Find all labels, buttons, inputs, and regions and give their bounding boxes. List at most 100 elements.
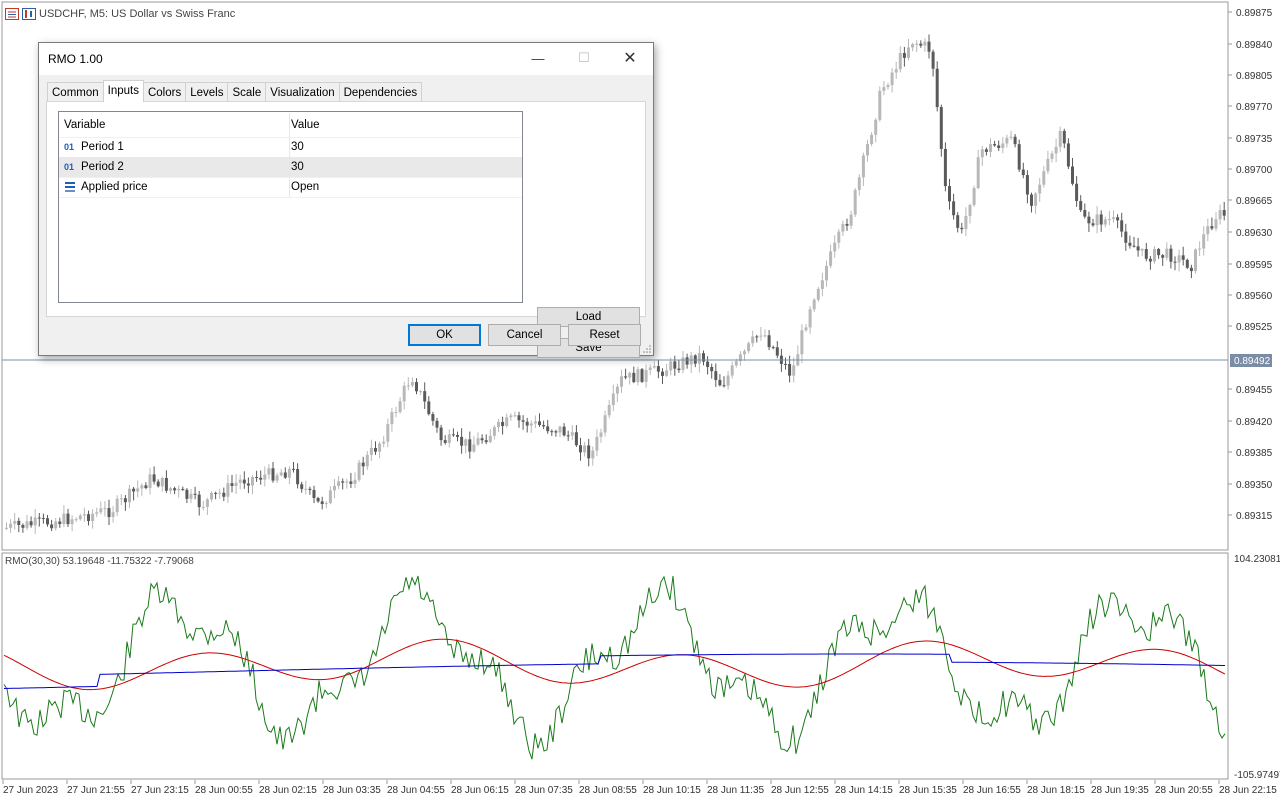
- candle-body: [1210, 226, 1214, 229]
- candle-body: [99, 508, 103, 513]
- candle-body: [1021, 169, 1025, 176]
- reset-button[interactable]: Reset: [568, 324, 641, 346]
- candle-body: [21, 524, 25, 528]
- candle-body: [624, 376, 628, 378]
- candle-body: [1202, 234, 1206, 249]
- price-label: 0.89840: [1236, 40, 1273, 51]
- maximize-button[interactable]: ☐: [561, 43, 607, 73]
- current-price-tag: 0.89492: [1230, 354, 1272, 367]
- candle-body: [283, 472, 287, 478]
- chart-menu-icon[interactable]: [5, 8, 19, 20]
- candle-body: [447, 434, 451, 443]
- tab-scale[interactable]: Scale: [227, 82, 267, 102]
- tab-levels[interactable]: Levels: [185, 82, 229, 102]
- table-row[interactable]: 01 Period 1 30: [59, 137, 522, 158]
- time-label: 28 Jun 22:15: [1219, 785, 1277, 796]
- ok-button[interactable]: OK: [408, 324, 481, 346]
- candle-body: [980, 149, 984, 158]
- candle-body: [390, 412, 394, 425]
- candle-body: [402, 385, 406, 402]
- candle-body: [1165, 248, 1169, 258]
- time-label: 28 Jun 18:15: [1027, 785, 1085, 796]
- candle-body: [603, 415, 607, 433]
- candle-body: [915, 43, 919, 45]
- candle-body: [296, 469, 300, 485]
- minimize-button[interactable]: —: [515, 43, 561, 73]
- candle-body: [1144, 249, 1148, 259]
- candle-body: [1153, 248, 1156, 262]
- candle-body: [349, 481, 353, 484]
- price-axis: 0.89875 0.89840 0.89805 0.89770 0.89735 0.897…: [1228, 8, 1273, 522]
- tab-inputs[interactable]: Inputs: [102, 80, 144, 102]
- candle-body: [345, 481, 349, 483]
- variable-value[interactable]: Open: [291, 181, 319, 193]
- candle-body: [398, 401, 402, 412]
- candle-body: [1087, 216, 1091, 224]
- candle-body: [960, 227, 964, 230]
- candle-body: [1062, 130, 1066, 144]
- candle-body: [1034, 193, 1038, 206]
- candle-body: [1046, 158, 1050, 172]
- candle-body: [636, 369, 640, 383]
- time-label: 28 Jun 11:35: [707, 785, 765, 796]
- resize-grip-icon[interactable]: [643, 345, 651, 353]
- candle-body: [25, 521, 29, 528]
- candle-body: [874, 119, 878, 135]
- candle-body: [1185, 259, 1189, 268]
- tab-common[interactable]: Common: [47, 82, 104, 102]
- tab-visualization[interactable]: Visualization: [265, 82, 340, 102]
- candle-body: [628, 372, 632, 378]
- one-click-trading-icon[interactable]: [22, 8, 36, 20]
- candle-body: [111, 512, 115, 518]
- candle-body: [1194, 249, 1197, 272]
- candle-body: [169, 488, 172, 491]
- indicator-scale-bottom: -105.97497: [1234, 770, 1280, 781]
- candle-body: [611, 393, 615, 406]
- variable-value[interactable]: 30: [291, 141, 304, 153]
- candle-body: [529, 423, 533, 426]
- tab-dependencies[interactable]: Dependencies: [338, 82, 423, 102]
- column-value[interactable]: Value: [291, 119, 320, 131]
- candle-body: [562, 426, 566, 436]
- table-row[interactable]: Applied price Open: [59, 177, 522, 198]
- candle-body: [386, 424, 390, 442]
- candle-body: [443, 440, 447, 443]
- candle-body: [242, 479, 246, 484]
- candle-body: [902, 53, 906, 58]
- candle-body: [66, 513, 70, 525]
- candle-body: [1050, 153, 1054, 159]
- candle-body: [472, 444, 476, 452]
- candle-body: [1001, 143, 1005, 149]
- candle-body: [952, 201, 956, 216]
- candle-body: [808, 309, 812, 328]
- candle-body: [50, 524, 54, 529]
- candle-body: [234, 482, 238, 486]
- candle-body: [255, 476, 259, 478]
- dialog-titlebar[interactable]: RMO 1.00 — ☐ ✕: [39, 43, 653, 75]
- candle-body: [324, 503, 328, 505]
- variable-value[interactable]: 30: [291, 161, 304, 173]
- candle-body: [546, 426, 550, 432]
- candle-body: [1005, 137, 1009, 144]
- candle-body: [136, 488, 140, 492]
- candle-body: [156, 481, 160, 487]
- candle-body: [132, 488, 136, 492]
- candle-body: [1206, 226, 1210, 235]
- indicator-properties-dialog: RMO 1.00 — ☐ ✕ Common Inputs Colors Leve…: [38, 42, 654, 358]
- candle-body: [41, 517, 45, 519]
- candle-body: [1124, 231, 1128, 243]
- column-variable[interactable]: Variable: [64, 119, 284, 131]
- candle-body: [1025, 175, 1029, 195]
- candle-body: [374, 448, 377, 452]
- table-row[interactable]: 01 Period 2 30: [59, 157, 522, 178]
- candle-body: [1198, 248, 1202, 250]
- candle-body: [849, 214, 853, 226]
- candle-body: [886, 85, 890, 88]
- tab-colors[interactable]: Colors: [142, 82, 187, 102]
- cancel-button[interactable]: Cancel: [488, 324, 561, 346]
- candle-body: [164, 477, 168, 491]
- close-button[interactable]: ✕: [607, 43, 653, 73]
- candle-body: [128, 488, 131, 503]
- candle-body: [697, 353, 701, 364]
- candle-body: [107, 508, 111, 518]
